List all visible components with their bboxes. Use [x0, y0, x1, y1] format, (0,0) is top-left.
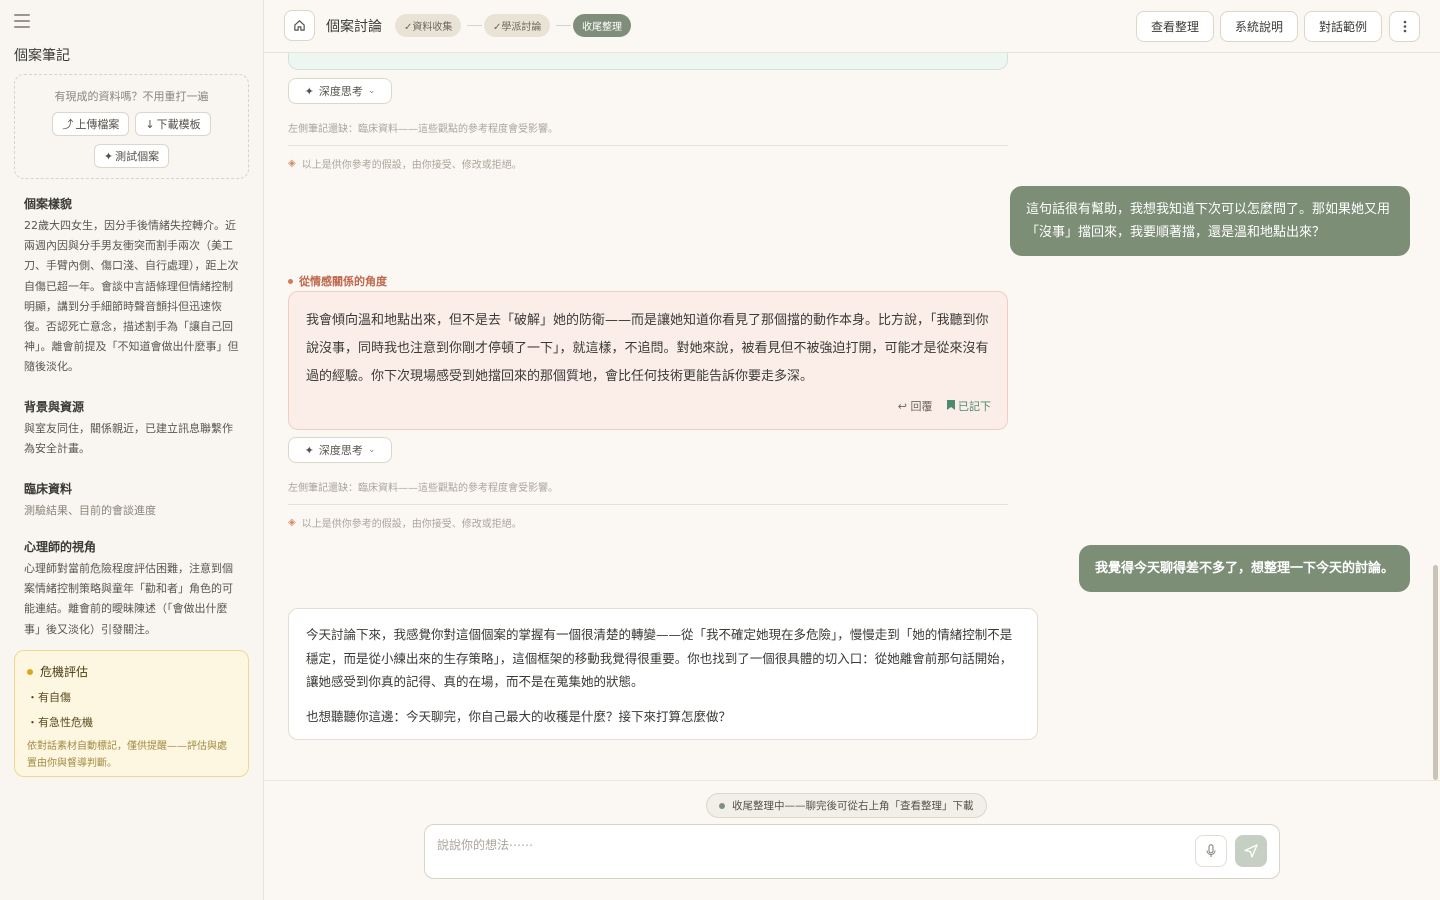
- assumption-note: ◈ 以上是供你參考的假設，由你接受、修改或拒絕。: [288, 156, 522, 171]
- deep-thinking-label: 深度思考: [318, 444, 363, 457]
- dialog-examples-button[interactable]: 對話範例: [1304, 11, 1382, 42]
- sidebar-title: 個案筆記: [14, 48, 70, 64]
- bookmark-icon: [946, 400, 955, 410]
- deep-thinking-button[interactable]: ✦ 深度思考 ⌄: [288, 78, 392, 104]
- section-therapist-view: 心理師的視角 心理師對當前危險程度評估困難，注意到個案情緒控制策略與童年「勸和者…: [24, 538, 240, 640]
- divider: [288, 504, 1008, 505]
- more-button[interactable]: [1389, 11, 1420, 42]
- deep-thinking-button[interactable]: ✦ 深度思考 ⌄: [288, 437, 392, 463]
- status-badge: 收尾整理中——聊完後可從右上角「查看整理」下載: [706, 793, 987, 818]
- step-school-discussion[interactable]: ✓學派討論: [484, 14, 551, 37]
- send-icon: [1244, 844, 1258, 858]
- view-summary-button[interactable]: 查看整理: [1136, 11, 1214, 42]
- risk-note: 依對話素材自動標記，僅供提醒——評估與處置由你與督導判斷。: [27, 741, 227, 769]
- page-title: 個案討論: [326, 19, 382, 35]
- chevron-down-icon: ⌄: [367, 86, 376, 96]
- step-wrap-up[interactable]: 收尾整理: [573, 14, 631, 37]
- voice-input-button[interactable]: [1195, 835, 1227, 867]
- test-case-label: 測試個案: [115, 150, 160, 163]
- saved-label: 已記下: [958, 400, 991, 413]
- top-bar: 個案討論 ✓資料收集 ✓學派討論 收尾整理 查看整理 系統說明 對話範例: [264, 0, 1440, 53]
- upload-file-label: 上傳檔案: [75, 118, 120, 131]
- upload-hint: 有現成的資料嗎？不用重打一遍: [54, 90, 209, 103]
- section-heading: 臨床資料: [24, 482, 73, 496]
- missing-info-note: 左側筆記還缺：臨床資料——這些觀點的參考程度會受影響。: [288, 124, 558, 135]
- reply-label: 回覆: [910, 400, 933, 413]
- divider: [288, 145, 1008, 146]
- section-body[interactable]: 測驗結果、目前的會談進度: [24, 501, 240, 521]
- warning-dot-icon: [27, 668, 33, 675]
- assumption-note: ◈ 以上是供你參考的假設，由你接受、修改或拒絕。: [288, 515, 522, 530]
- section-clinical: 臨床資料 測驗結果、目前的會談進度: [24, 480, 240, 521]
- assumption-text: 以上是供你參考的假設，由你接受、修改或拒絕。: [301, 519, 522, 530]
- perspective-label-text: 從情感關係的角度: [299, 275, 387, 288]
- message-composer: [424, 824, 1280, 879]
- risk-heading: 危機評估: [40, 665, 89, 679]
- step-data-collection[interactable]: ✓資料收集: [395, 14, 462, 37]
- section-body[interactable]: 與室友同住，關係親近，已建立訊息聯繫作為安全計畫。: [24, 419, 240, 459]
- risk-item: ・有急性危機: [27, 716, 93, 729]
- sidebar: 個案筆記 有現成的資料嗎？不用重打一遍 ⤴ 上傳檔案 ↓ 下載模板 ✦ 測試個案…: [0, 0, 264, 900]
- risk-assessment-card: 危機評估 ・有自傷 ・有急性危機 依對話素材自動標記，僅供提醒——評估與處置由你…: [14, 650, 249, 777]
- more-vertical-icon: [1403, 20, 1406, 33]
- menu-icon[interactable]: [14, 14, 30, 28]
- section-body[interactable]: 心理師對當前危險程度評估困難，注意到個案情緒控制策略與童年「勸和者」角色的可能連…: [24, 559, 240, 640]
- test-case-button[interactable]: ✦ 測試個案: [93, 144, 170, 168]
- download-template-button[interactable]: ↓ 下載模板: [135, 112, 211, 136]
- perspective-text: 我會傾向溫和地點出來，但不是去「破解」她的防衛——而是讓她知道你看見了那個擋的動…: [306, 313, 989, 384]
- sparkle-icon: ✦: [304, 443, 314, 457]
- section-heading: 個案樣貌: [24, 197, 73, 211]
- reply-button[interactable]: ↩ 回覆: [898, 398, 933, 414]
- send-button[interactable]: [1235, 835, 1267, 867]
- download-icon: ↓: [145, 117, 155, 131]
- perspective-dot-icon: [288, 278, 293, 284]
- section-case-profile: 個案樣貌 22歲大四女生，因分手後情緒失控轉介。近兩週內因與分手男友衝突而割手兩…: [24, 195, 240, 378]
- diamond-icon: ◈: [288, 158, 296, 169]
- home-icon: [294, 20, 305, 31]
- section-background: 背景與資源 與室友同住，關係親近，已建立訊息聯繫作為安全計畫。: [24, 398, 240, 459]
- upload-file-button[interactable]: ⤴ 上傳檔案: [52, 112, 130, 136]
- chat-area: ✦ 深度思考 ⌄ 左側筆記還缺：臨床資料——這些觀點的參考程度會受影響。 ◈ 以…: [264, 53, 1440, 780]
- step-connector: [556, 25, 571, 26]
- status-text: 收尾整理中——聊完後可從右上角「查看整理」下載: [732, 800, 974, 812]
- missing-info-note: 左側筆記還缺：臨床資料——這些觀點的參考程度會受影響。: [288, 483, 558, 494]
- reply-icon: ↩: [897, 400, 907, 413]
- sparkle-icon: ✦: [103, 149, 114, 163]
- diamond-icon: ◈: [288, 517, 296, 528]
- perspective-message: 我會傾向溫和地點出來，但不是去「破解」她的防衛——而是讓她知道你看見了那個擋的動…: [288, 291, 1008, 430]
- previous-message-card: [288, 53, 1008, 70]
- saved-button[interactable]: 已記下: [946, 398, 991, 414]
- user-message: 我覺得今天聊得差不多了，想整理一下今天的討論。: [1078, 545, 1410, 592]
- summary-paragraph: 也想聽聽你這邊：今天聊完，你自己最大的收穫是什麼？接下來打算怎麼做？: [306, 708, 732, 724]
- risk-item: ・有自傷: [27, 691, 71, 704]
- chevron-down-icon: ⌄: [367, 445, 376, 455]
- status-dot-icon: [719, 802, 725, 809]
- deep-thinking-label: 深度思考: [318, 85, 363, 98]
- assumption-text: 以上是供你參考的假設，由你接受、修改或拒絕。: [301, 160, 522, 171]
- microphone-icon: [1206, 844, 1216, 857]
- perspective-label: 從情感關係的角度: [288, 273, 387, 289]
- download-template-label: 下載模板: [156, 118, 201, 131]
- home-button[interactable]: [284, 10, 315, 41]
- section-heading: 心理師的視角: [24, 540, 97, 554]
- composer-area: 收尾整理中——聊完後可從右上角「查看整理」下載: [264, 780, 1440, 900]
- system-guide-button[interactable]: 系統說明: [1220, 11, 1298, 42]
- scrollbar-thumb[interactable]: [1433, 565, 1438, 780]
- section-heading: 背景與資源: [24, 400, 85, 414]
- step-connector: [467, 25, 482, 26]
- assistant-summary-message: 今天討論下來，我感覺你對這個個案的掌握有一個很清楚的轉變——從「我不確定她現在多…: [288, 608, 1038, 740]
- summary-paragraph: 今天討論下來，我感覺你對這個個案的掌握有一個很清楚的轉變——從「我不確定她現在多…: [306, 627, 1013, 689]
- section-body[interactable]: 22歲大四女生，因分手後情緒失控轉介。近兩週內因與分手男友衝突而割手兩次（美工刀…: [24, 216, 240, 378]
- message-input[interactable]: [437, 833, 1177, 857]
- upload-icon: ⤴: [62, 118, 74, 131]
- upload-dropzone[interactable]: 有現成的資料嗎？不用重打一遍 ⤴ 上傳檔案 ↓ 下載模板 ✦ 測試個案: [14, 74, 249, 179]
- sparkle-icon: ✦: [304, 84, 314, 98]
- user-message: 這句話很有幫助，我想我知道下次可以怎麼問了。那如果她又用「沒事」擋回來，我要順著…: [1010, 186, 1410, 256]
